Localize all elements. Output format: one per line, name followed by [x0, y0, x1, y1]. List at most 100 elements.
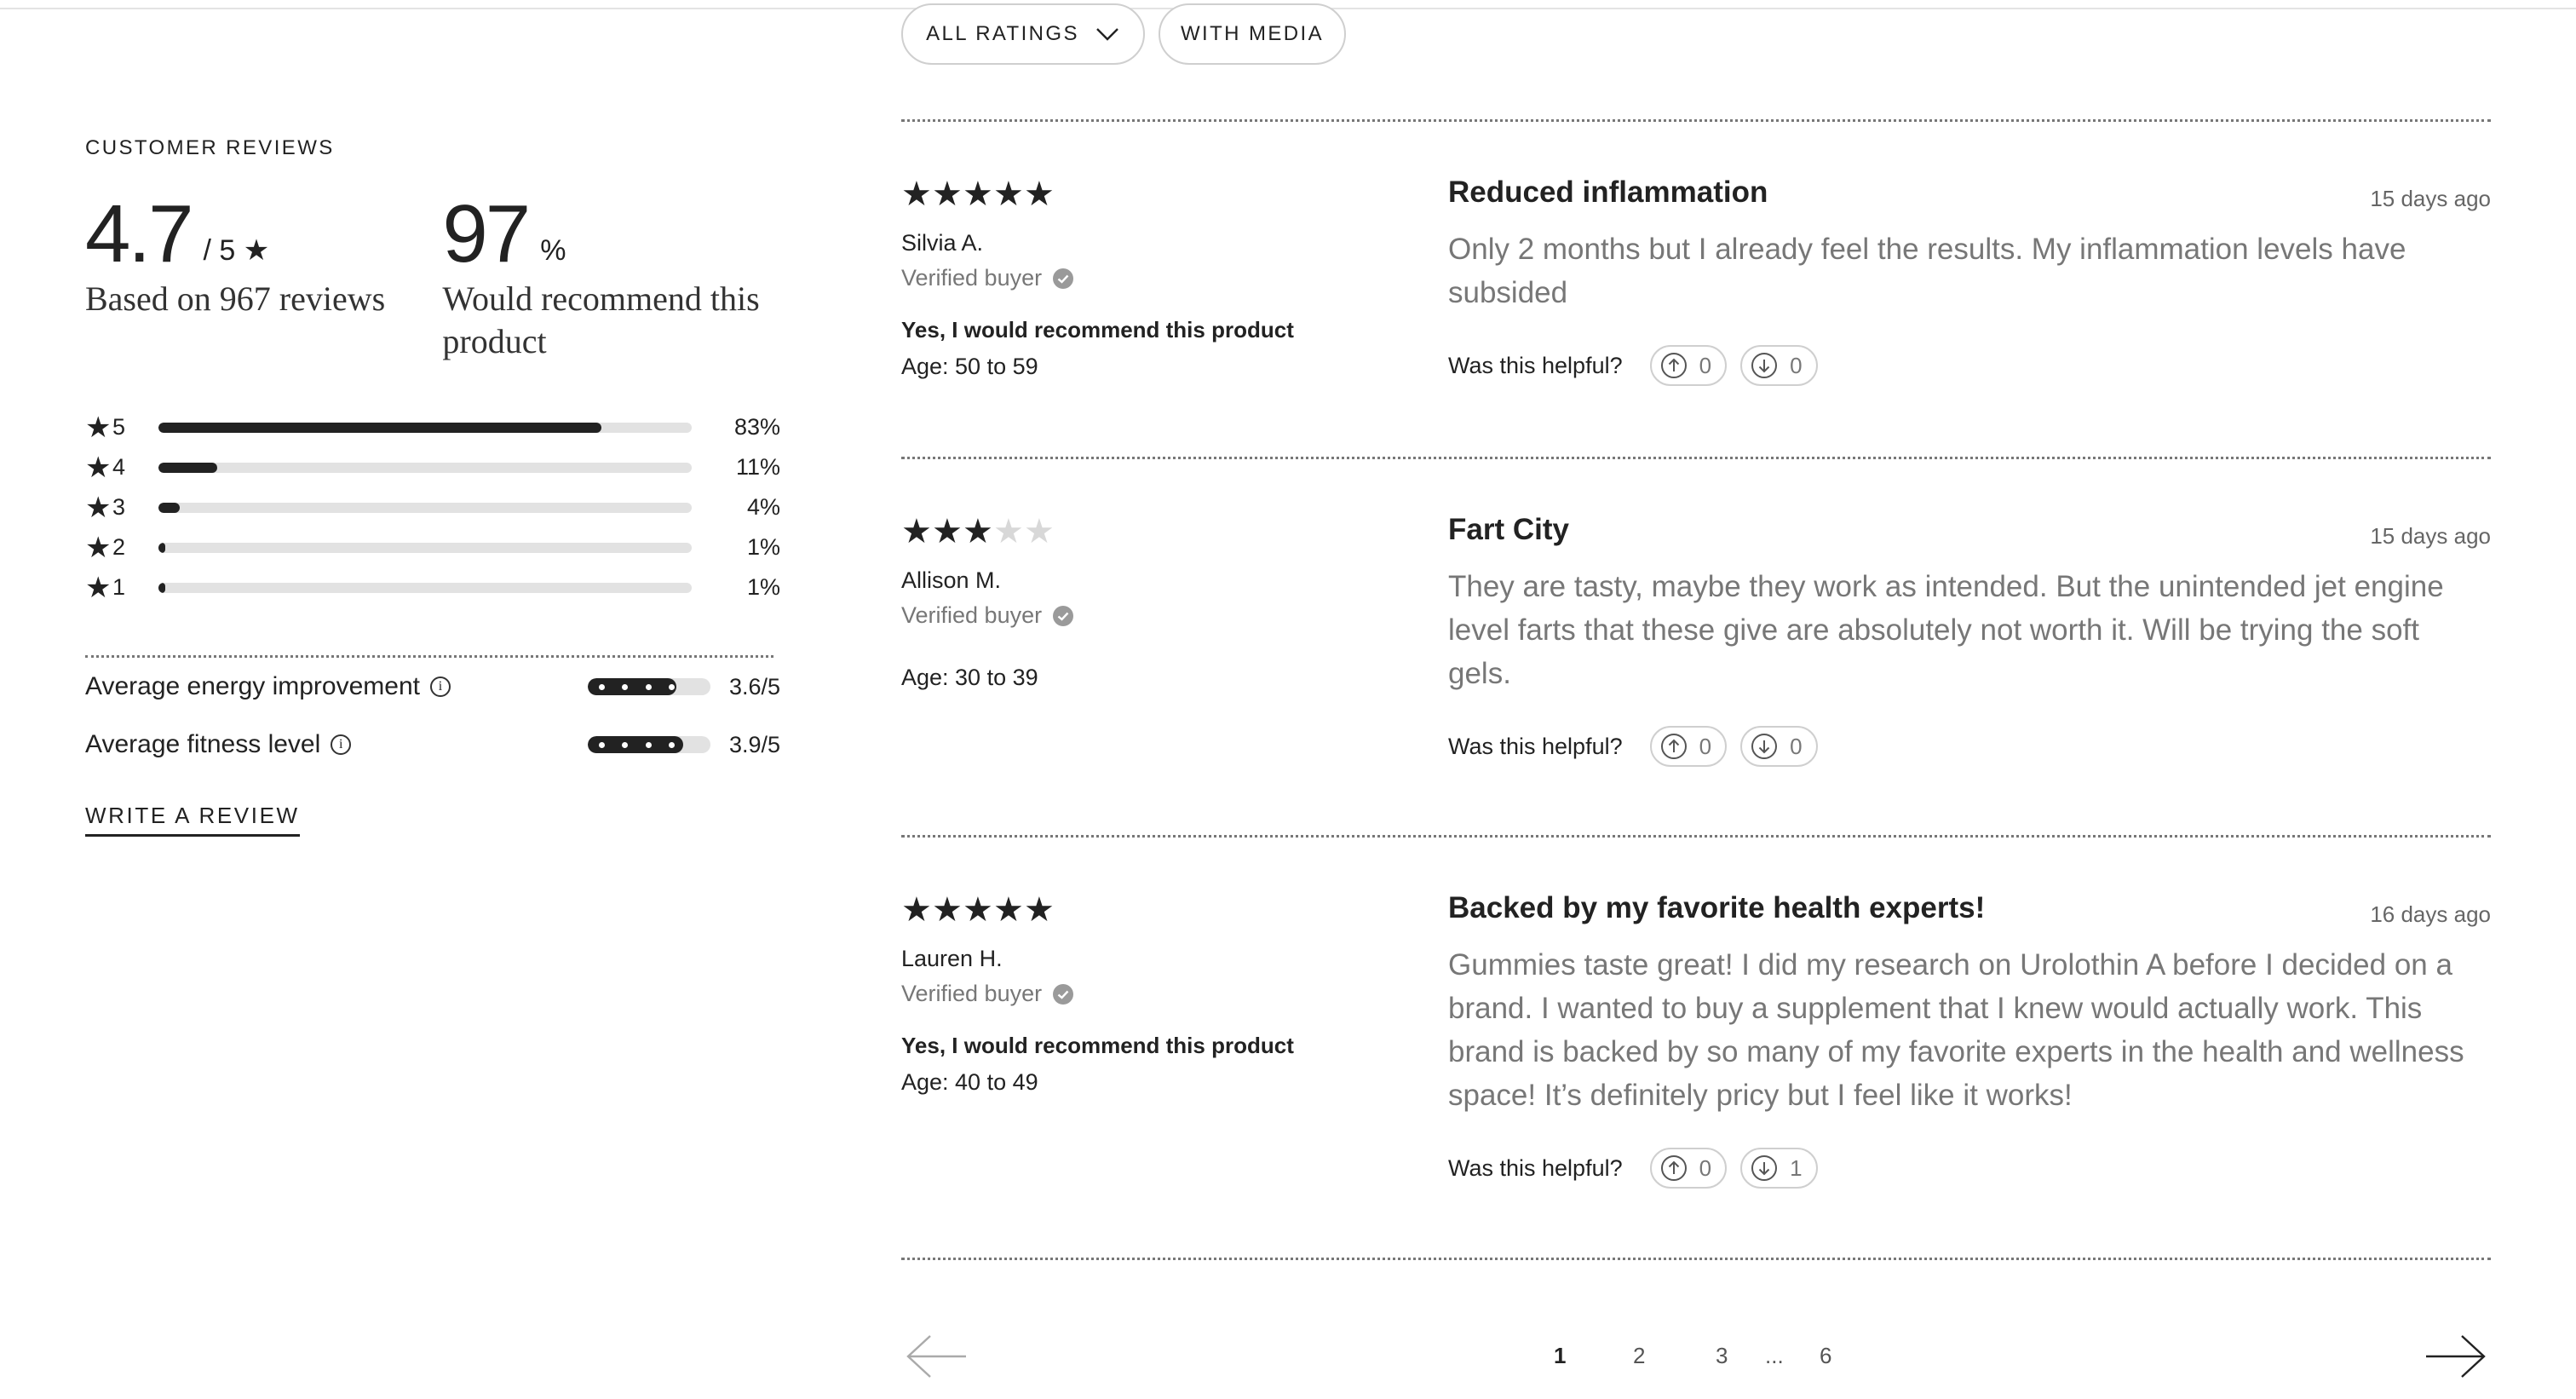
- verified-label: Verified buyer: [901, 265, 1043, 291]
- helpful-down-button[interactable]: 0: [1740, 726, 1818, 767]
- helpful-label: Was this helpful?: [1448, 1154, 1623, 1181]
- meter-dot: [646, 742, 652, 748]
- distribution-row[interactable]: ★ 5 83%: [85, 407, 780, 447]
- helpful-row: Was this helpful? 0 0: [1448, 345, 2491, 386]
- helpful-down-count: 0: [1790, 733, 1803, 759]
- recommend-block: 97 % Would recommend this product: [442, 188, 780, 363]
- arrow-up-icon: [1660, 734, 1687, 759]
- review-date: 15 days ago: [2370, 523, 2491, 549]
- review-content: Fart City 15 days ago They are tasty, ma…: [1448, 513, 2491, 767]
- star-filled-icon: ★: [993, 891, 1024, 929]
- helpful-down-button[interactable]: 0: [1740, 345, 1818, 386]
- write-review-link[interactable]: WRITE A REVIEW: [85, 803, 300, 837]
- review-body: Gummies taste great! I did my research o…: [1448, 948, 2464, 1112]
- review-body: They are tasty, maybe they work as inten…: [1448, 570, 2444, 690]
- average-energy-meter: [588, 678, 710, 695]
- distribution-row[interactable]: ★ 4 11%: [85, 447, 780, 487]
- recommend-percent: 97: [442, 188, 531, 279]
- distribution-row[interactable]: ★ 3 4%: [85, 487, 780, 527]
- average-energy-label: Average energy improvement: [85, 672, 420, 700]
- star-filled-icon: ★: [901, 176, 932, 213]
- average-fitness-value: 3.9/5: [728, 731, 780, 757]
- with-media-label: WITH MEDIA: [1181, 22, 1324, 45]
- arrow-down-icon: [1751, 353, 1778, 378]
- distribution-bar: [158, 542, 692, 553]
- info-icon[interactable]: i: [430, 676, 451, 697]
- summary-heading: CUSTOMER REVIEWS: [85, 136, 335, 159]
- distribution-bar: [158, 582, 692, 593]
- arrow-up-icon: [1660, 353, 1687, 378]
- meter-dot: [599, 742, 605, 748]
- verified-label: Verified buyer: [901, 981, 1043, 1006]
- distribution-percent: 11%: [735, 454, 780, 480]
- meter-dot: [669, 684, 675, 690]
- average-fitness-meter: [588, 736, 710, 753]
- review-summary: CUSTOMER REVIEWS 4.7 / 5 ★ Based on 967 …: [85, 136, 780, 837]
- star-level: 2: [112, 534, 126, 560]
- star-filled-icon: ★: [932, 176, 963, 213]
- star-icon: ★: [85, 571, 112, 604]
- star-filled-icon: ★: [932, 513, 963, 550]
- review-divider: [901, 1258, 2491, 1260]
- helpful-up-button[interactable]: 0: [1649, 1148, 1728, 1189]
- arrow-right-icon[interactable]: [2424, 1333, 2487, 1380]
- review-title: Backed by my favorite health experts!: [1448, 891, 1986, 924]
- review-card: ★ ★ ★ ★ ★ Allison M. Verified buyer Age: 30 …: [901, 513, 2491, 767]
- star-filled-icon: ★: [963, 513, 993, 550]
- distribution-bar-fill: [158, 422, 601, 433]
- recommend-caption: Would recommend this product: [442, 279, 760, 360]
- pagination-ellipsis: ...: [1765, 1343, 1784, 1368]
- all-ratings-label: ALL RATINGS: [926, 22, 1079, 45]
- arrow-down-icon: [1751, 734, 1778, 759]
- average-fitness-label: Average fitness level: [85, 730, 321, 758]
- page-2-link[interactable]: 2: [1633, 1343, 1645, 1369]
- average-energy-row: Average energy improvement i 3.6/5: [85, 658, 780, 716]
- star-filled-icon: ★: [1024, 891, 1055, 929]
- arrow-left-icon[interactable]: [905, 1333, 968, 1380]
- review-body: Only 2 months but I already feel the res…: [1448, 233, 2406, 309]
- average-fitness-row: Average fitness level i 3.9/5: [85, 716, 780, 774]
- distribution-percent: 4%: [746, 494, 780, 520]
- rating-scale: / 5 ★: [203, 234, 270, 267]
- verified-check-icon: [1053, 268, 1074, 289]
- helpful-label: Was this helpful?: [1448, 733, 1623, 759]
- distribution-row[interactable]: ★ 1 1%: [85, 567, 780, 607]
- review-content: Backed by my favorite health experts! 16…: [1448, 891, 2491, 1189]
- with-media-filter[interactable]: WITH MEDIA: [1159, 3, 1346, 65]
- page-6-link[interactable]: 6: [1820, 1343, 1831, 1369]
- arrow-up-icon: [1660, 1155, 1687, 1181]
- star-level: 4: [112, 454, 126, 480]
- helpful-down-count: 0: [1790, 352, 1803, 378]
- helpful-row: Was this helpful? 0 1: [1448, 1148, 2491, 1189]
- page-3-link[interactable]: 3: [1716, 1343, 1728, 1369]
- helpful-up-button[interactable]: 0: [1649, 726, 1728, 767]
- review-count: Based on 967 reviews: [85, 279, 386, 318]
- distribution-bar-fill: [158, 542, 165, 553]
- distribution-row[interactable]: ★ 2 1%: [85, 527, 780, 567]
- verified-check-icon: [1053, 605, 1074, 626]
- summary-stats: 4.7 / 5 ★ Based on 967 reviews 97 % Woul…: [85, 188, 780, 363]
- helpful-up-button[interactable]: 0: [1649, 345, 1728, 386]
- verified-check-icon: [1053, 983, 1074, 1005]
- average-rating-block: 4.7 / 5 ★ Based on 967 reviews: [85, 193, 442, 363]
- helpful-up-count: 0: [1699, 733, 1712, 759]
- review-card: ★ ★ ★ ★ ★ Lauren H. Verified buyer Yes, I wo…: [901, 891, 2491, 1189]
- star-filled-icon: ★: [901, 891, 932, 929]
- verified-label: Verified buyer: [901, 602, 1043, 628]
- review-content: Reduced inflammation 15 days ago Only 2 …: [1448, 176, 2491, 386]
- star-level: 5: [112, 414, 126, 440]
- distribution-bar: [158, 502, 692, 513]
- helpful-down-button[interactable]: 1: [1740, 1148, 1818, 1189]
- distribution-bar-fill: [158, 582, 165, 593]
- review-title: Reduced inflammation: [1448, 176, 1768, 209]
- info-icon[interactable]: i: [331, 734, 352, 755]
- review-divider: [901, 119, 2491, 122]
- star-filled-icon: ★: [1024, 176, 1055, 213]
- star-filled-icon: ★: [993, 176, 1024, 213]
- meter-dot: [669, 742, 675, 748]
- all-ratings-filter[interactable]: ALL RATINGS: [901, 3, 1145, 65]
- page-1-link[interactable]: 1: [1554, 1343, 1566, 1369]
- star-filled-icon: ★: [963, 176, 993, 213]
- star-icon: ★: [85, 451, 112, 484]
- review-divider: [901, 835, 2491, 838]
